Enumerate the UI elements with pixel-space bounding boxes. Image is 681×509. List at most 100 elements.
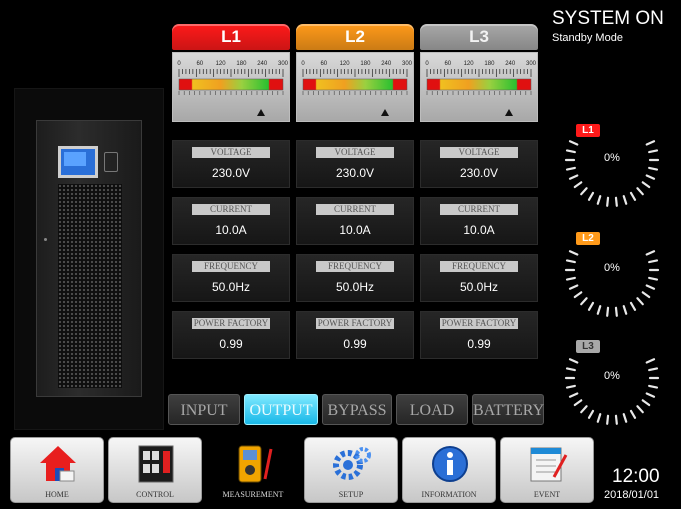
current-value-l2: 10.0A (339, 223, 371, 237)
voltage-value-l1: 230.0V (211, 166, 251, 180)
meter-scale-label: 60 (320, 61, 327, 67)
gauge-tick (580, 297, 588, 306)
voltage-cell-l3: VOLTAGE 230.0V (420, 140, 538, 188)
frequency-label: FREQUENCY (440, 261, 518, 272)
power-factor-value-l1: 0.99 (219, 337, 243, 351)
frequency-value-l3: 50.0Hz (459, 280, 499, 294)
nav-information-label: INFORMATION (421, 490, 477, 499)
gauge-tick (587, 409, 595, 419)
voltage-meter-l1: 0 60 120 180 240 300 (172, 52, 290, 122)
meter-scale-label: 300 (526, 61, 537, 67)
gauge-tick (596, 413, 602, 423)
nav-control-button[interactable]: CONTROL (108, 437, 202, 503)
nav-event-button[interactable]: EVENT (500, 437, 594, 503)
tab-battery[interactable]: BATTERY (472, 394, 544, 425)
nav-control-label: CONTROL (136, 490, 174, 499)
gauge-tick (580, 405, 588, 414)
gears-icon (333, 447, 371, 480)
gauge-tick (645, 174, 656, 180)
nav-measurement-label: MEASUREMENT (222, 490, 284, 499)
meter-scale-label: 180 (360, 61, 371, 67)
power-factor-cell-l2: POWER FACTORY 0.99 (296, 311, 414, 359)
gauge-tick (573, 291, 583, 299)
phase-header-l3: L3 (420, 24, 538, 50)
gauge-tick (641, 181, 651, 189)
tab-input[interactable]: INPUT (168, 394, 240, 425)
meter-scale-label: 0 (301, 61, 305, 67)
gauge-tick (573, 181, 583, 189)
gauge-tick (568, 358, 579, 364)
meter-color-bar (302, 78, 408, 91)
gauge-tick (587, 191, 595, 201)
meter-scale-label: 0 (177, 61, 181, 67)
nav-setup-label: SETUP (338, 490, 364, 499)
gauge-tick (568, 250, 579, 256)
meter-scale-label: 60 (444, 61, 451, 67)
tab-output[interactable]: OUTPUT (244, 394, 318, 425)
gauge-tick (606, 414, 610, 425)
gauge-tick (606, 196, 610, 207)
tab-load[interactable]: LOAD (396, 394, 468, 425)
power-factor-value-l2: 0.99 (343, 337, 367, 351)
nav-home-label: HOME (45, 490, 69, 499)
meter-scale-label: 240 (505, 61, 516, 67)
gauge-tick (596, 305, 602, 315)
gauge-tick (645, 250, 656, 256)
meter-scale-label: 60 (196, 61, 203, 67)
gauge-tick (629, 301, 637, 311)
gauge-tick (568, 140, 579, 146)
nav-information-button[interactable]: INFORMATION (402, 437, 496, 503)
current-cell-l1: CURRENT 10.0A (172, 197, 290, 245)
nav-event-label: EVENT (533, 490, 561, 499)
gauge-tick (614, 196, 618, 207)
gauge-tick (636, 187, 644, 196)
load-gauge-label-l1: L1 (576, 124, 600, 137)
meter-scale-label: 240 (381, 61, 392, 67)
meter-scale-label: 120 (340, 61, 351, 67)
meter-scale-label: 0 (425, 61, 429, 67)
meter-pointer-icon (257, 109, 265, 116)
system-status: SYSTEM ON (552, 8, 664, 29)
gauge-tick (614, 414, 618, 425)
voltage-label: VOLTAGE (316, 147, 394, 158)
meter-scale-label: 300 (278, 61, 289, 67)
home-icon (40, 446, 76, 482)
current-label: CURRENT (192, 204, 270, 215)
voltage-meter-l3: 0 60 120 180 240 300 (420, 52, 538, 122)
gauge-tick (645, 392, 656, 398)
multimeter-icon (238, 445, 273, 483)
event-log-icon (530, 447, 568, 482)
frequency-value-l2: 50.0Hz (335, 280, 375, 294)
gauge-tick (565, 384, 576, 389)
frequency-value-l1: 50.0Hz (211, 280, 251, 294)
current-label: CURRENT (440, 204, 518, 215)
gauge-tick (622, 195, 628, 205)
clock-time: 12:00 (612, 466, 660, 487)
gauge-tick (596, 195, 602, 205)
current-value-l3: 10.0A (463, 223, 495, 237)
power-factor-label: POWER FACTORY (192, 318, 270, 329)
nav-setup-button[interactable]: SETUP (304, 437, 398, 503)
frequency-cell-l2: FREQUENCY 50.0Hz (296, 254, 414, 302)
load-gauge-label-l2: L2 (576, 232, 600, 245)
meter-scale-label: 120 (464, 61, 475, 67)
gauge-tick (622, 413, 628, 423)
power-factor-value-l3: 0.99 (467, 337, 491, 351)
gauge-tick (568, 392, 579, 398)
load-gauge-label-l3: L3 (576, 340, 600, 353)
voltage-value-l2: 230.0V (335, 166, 375, 180)
nav-home-button[interactable]: HOME (10, 437, 104, 503)
gauge-tick (565, 149, 576, 154)
info-icon (432, 446, 468, 482)
nav-measurement-button[interactable]: MEASUREMENT (206, 437, 300, 503)
gauge-tick (641, 399, 651, 407)
power-factor-cell-l3: POWER FACTORY 0.99 (420, 311, 538, 359)
tab-bypass[interactable]: BYPASS (322, 394, 392, 425)
power-factor-label: POWER FACTORY (440, 318, 518, 329)
gauge-tick (568, 284, 579, 290)
gauge-tick (645, 140, 656, 146)
gauge-tick (565, 367, 576, 372)
current-value-l1: 10.0A (215, 223, 247, 237)
load-percent-l2: 0% (604, 262, 620, 274)
power-factor-cell-l1: POWER FACTORY 0.99 (172, 311, 290, 359)
